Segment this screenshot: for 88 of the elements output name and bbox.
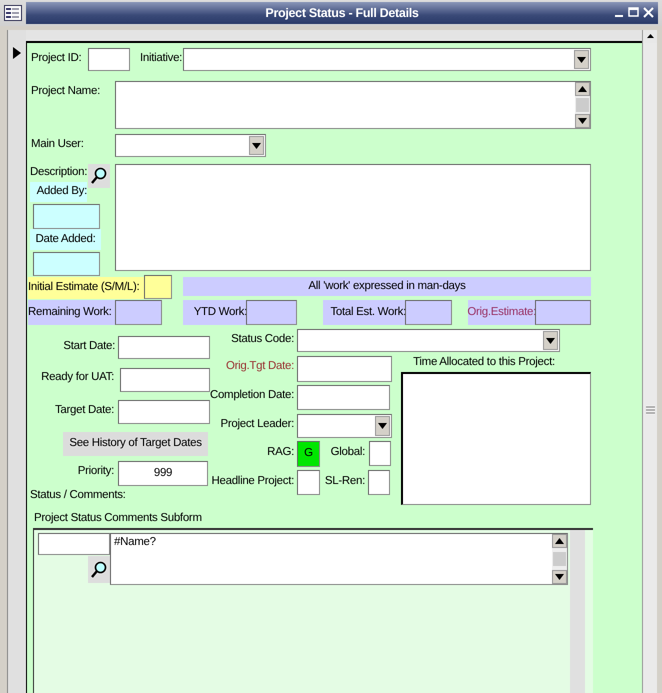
field-label: Completion Date: [208, 388, 294, 404]
scroll-bar[interactable] [642, 30, 657, 693]
field-label: Time Allocated to this Project: [412, 355, 556, 370]
dropdown-arrow-icon [578, 118, 587, 124]
subform-label: Project Status Comments Subform [34, 511, 203, 526]
memo-field[interactable] [115, 81, 591, 129]
scroll-bar[interactable] [552, 534, 567, 584]
text-field[interactable] [120, 368, 210, 392]
text-field[interactable] [246, 300, 297, 325]
dropdown-button[interactable] [543, 331, 558, 350]
text-field[interactable] [297, 385, 390, 410]
field-label: Initiative: [140, 51, 183, 66]
text-field[interactable] [33, 252, 100, 276]
scroll-bar[interactable] [575, 82, 590, 128]
field-label: Remaining Work: [28, 300, 116, 325]
field-label: Added By: [30, 182, 87, 202]
scroll-up-icon [578, 86, 587, 92]
dropdown-arrow-icon [546, 338, 555, 344]
text-field[interactable] [118, 336, 210, 359]
scroll-up-button[interactable] [575, 82, 590, 96]
close-icon[interactable] [643, 6, 654, 18]
field-label: Description: [30, 165, 88, 180]
dropdown-arrow-icon [378, 423, 387, 429]
field-label: Orig.Tgt Date: [224, 359, 294, 374]
field-label: Ready for UAT: [40, 370, 114, 386]
magnifier-icon [91, 167, 107, 185]
field-label: Project Name: [31, 84, 101, 100]
field-label: RAG: [266, 445, 294, 460]
value-field[interactable]: G [297, 441, 320, 467]
comment-field[interactable]: #Name? [110, 533, 568, 585]
field-label: Global: [330, 445, 365, 460]
text-field[interactable] [535, 300, 591, 325]
list-box[interactable] [401, 372, 591, 505]
text-field[interactable] [118, 400, 210, 424]
field-label: Priority: [76, 464, 114, 480]
field-label: Start Date: [62, 339, 115, 354]
text-field[interactable] [33, 204, 100, 229]
info-banner: All 'work' expressed in man-days [183, 277, 591, 296]
text-field[interactable] [115, 300, 162, 325]
section-label: Status / Comments: [30, 488, 127, 504]
combo-box[interactable] [115, 134, 266, 157]
text-field[interactable] [369, 441, 391, 466]
combo-box[interactable] [297, 414, 392, 438]
dropdown-button[interactable] [574, 50, 589, 69]
text-field[interactable] [144, 275, 172, 299]
text-field[interactable] [88, 48, 130, 71]
memo-field[interactable] [115, 164, 591, 271]
dropdown-arrow-icon [252, 142, 261, 148]
value-field[interactable]: 999 [118, 461, 208, 486]
text-field[interactable] [297, 356, 392, 382]
record-pointer-icon [13, 47, 21, 59]
field-label: Initial Estimate (S/M/L): [28, 277, 144, 299]
field-label: Headline Project: [210, 474, 294, 490]
field-label: SL-Ren: [324, 474, 365, 490]
text-field[interactable] [38, 533, 110, 555]
text-field[interactable] [368, 470, 390, 495]
zoom-button[interactable] [88, 556, 110, 583]
grip-icon[interactable] [646, 406, 654, 416]
field-label: Target Date: [54, 403, 114, 418]
dropdown-button[interactable] [375, 416, 390, 436]
scroll-thumb[interactable] [576, 98, 589, 112]
maximize-icon[interactable] [628, 6, 639, 18]
scroll-down-button[interactable] [575, 114, 590, 128]
zoom-button[interactable] [88, 164, 110, 188]
scroll-thumb[interactable] [553, 552, 566, 566]
scroll-up-button[interactable] [552, 534, 567, 548]
dropdown-arrow-icon [555, 574, 564, 580]
window-title: Project Status - Full Details [265, 6, 419, 20]
form-icon [4, 5, 22, 21]
field-label: Project Leader: [220, 417, 294, 432]
dropdown-button[interactable] [249, 136, 264, 155]
history-button[interactable]: See History of Target Dates [63, 432, 208, 456]
field-label: Date Added: [30, 229, 101, 250]
comment-text: #Name? [113, 535, 157, 550]
text-field[interactable] [297, 470, 320, 495]
magnifier-icon [91, 560, 107, 578]
field-label: Status Code: [230, 332, 294, 348]
scroll-down-button[interactable] [552, 570, 567, 584]
scroll-up-icon [555, 538, 564, 544]
dropdown-arrow-icon [577, 56, 586, 62]
combo-box[interactable] [183, 48, 591, 71]
field-label: Project ID: [31, 51, 82, 66]
combo-box[interactable] [297, 329, 560, 352]
field-label: Total Est. Work: [323, 300, 406, 325]
field-label: YTD Work: [183, 300, 247, 325]
field-label: Orig.Estimate: [468, 300, 536, 325]
text-field[interactable] [405, 300, 452, 325]
field-label: Main User: [31, 137, 85, 152]
